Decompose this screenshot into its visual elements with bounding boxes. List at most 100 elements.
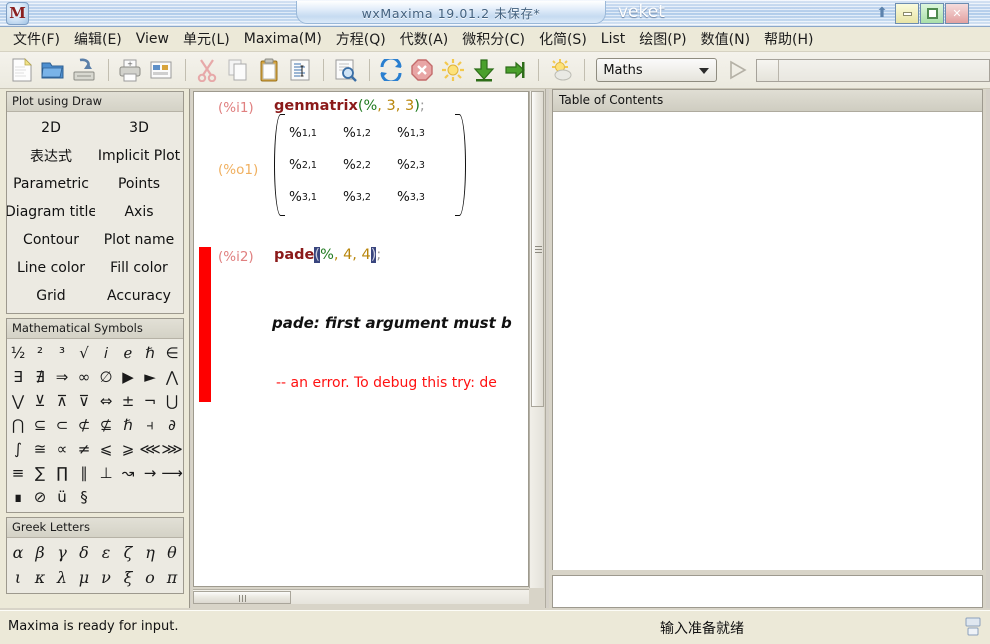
math-symbol-button[interactable]: ⋁: [7, 389, 29, 413]
math-symbol-button[interactable]: ∈: [161, 341, 183, 365]
evaluate-to-cursor-button[interactable]: [470, 55, 499, 85]
menu-simplify[interactable]: 化简(S): [532, 26, 594, 52]
math-symbol-button[interactable]: ⋘: [139, 437, 161, 461]
greek-letter-button[interactable]: π: [161, 565, 183, 590]
math-symbol-button[interactable]: ↝: [117, 461, 139, 485]
greek-letter-button[interactable]: ν: [95, 565, 117, 590]
search-input[interactable]: [778, 59, 990, 81]
math-symbol-button[interactable]: ⊆: [29, 413, 51, 437]
menu-calculus[interactable]: 微积分(C): [455, 26, 532, 52]
greek-letter-button[interactable]: κ: [29, 565, 51, 590]
worksheet-canvas[interactable]: (%i1) genmatrix(%, 3, 3); (%o1) % 1,1 % 1,…: [194, 92, 528, 586]
insert-cell-button[interactable]: [501, 55, 530, 85]
find-button[interactable]: [331, 55, 360, 85]
worksheet-vscroll-thumb[interactable]: [531, 91, 544, 407]
greek-letter-button[interactable]: ζ: [117, 540, 139, 565]
menu-numeric[interactable]: 数值(N): [694, 26, 757, 52]
math-symbol-button[interactable]: §: [73, 485, 95, 509]
greek-letter-button[interactable]: μ: [73, 565, 95, 590]
menu-list[interactable]: List: [594, 28, 632, 50]
new-document-button[interactable]: [8, 55, 37, 85]
worksheet-hscroll-thumb[interactable]: [193, 591, 291, 604]
draw-expression-button[interactable]: 表达式: [7, 142, 95, 170]
math-symbol-button[interactable]: ⊼: [51, 389, 73, 413]
draw-fill-color-button[interactable]: Fill color: [95, 254, 183, 282]
math-symbol-button[interactable]: ∃: [7, 365, 29, 389]
math-symbol-button[interactable]: ⋀: [161, 365, 183, 389]
greek-letter-button[interactable]: ε: [95, 540, 117, 565]
greek-letter-button[interactable]: λ: [51, 565, 73, 590]
greek-letter-button[interactable]: ο: [139, 565, 161, 590]
window-titlebar[interactable]: M wxMaxima 19.01.2 未保存* veket ⬆ ✕: [0, 0, 990, 27]
math-symbol-button[interactable]: ≡: [7, 461, 29, 485]
draw-contour-button[interactable]: Contour: [7, 226, 95, 254]
draw-line-color-button[interactable]: Line color: [7, 254, 95, 282]
evaluate-all-button[interactable]: [439, 55, 468, 85]
draw-grid-button[interactable]: Grid: [7, 282, 95, 310]
math-symbol-button[interactable]: √: [73, 341, 95, 365]
input-code-1[interactable]: genmatrix(%, 3, 3);: [274, 98, 425, 114]
math-symbol-button[interactable]: ⫞: [139, 413, 161, 437]
math-symbol-button[interactable]: ⇔: [95, 389, 117, 413]
math-symbol-button[interactable]: ⋃: [161, 389, 183, 413]
input-code-2[interactable]: pade(%, 4, 4);: [274, 247, 381, 263]
math-mode-combo[interactable]: Maths: [596, 58, 718, 82]
math-symbol-button[interactable]: ∎: [7, 485, 29, 509]
menu-algebra[interactable]: 代数(A): [393, 26, 456, 52]
math-symbol-button[interactable]: ⊥: [95, 461, 117, 485]
math-symbol-button[interactable]: ⇒: [51, 365, 73, 389]
math-symbol-button[interactable]: ≅: [29, 437, 51, 461]
menu-file[interactable]: 文件(F): [6, 26, 67, 52]
math-symbol-button[interactable]: ⋂: [7, 413, 29, 437]
error-cell-marker[interactable]: [199, 247, 211, 402]
math-symbol-button[interactable]: ∄: [29, 365, 51, 389]
math-symbol-button[interactable]: ∑: [29, 461, 51, 485]
math-symbol-button[interactable]: ∫: [7, 437, 29, 461]
draw-accuracy-button[interactable]: Accuracy: [95, 282, 183, 310]
worksheet[interactable]: (%i1) genmatrix(%, 3, 3); (%o1) % 1,1 % 1,…: [193, 91, 529, 587]
math-symbol-button[interactable]: ∂: [161, 413, 183, 437]
math-symbol-button[interactable]: ½: [7, 341, 29, 365]
math-symbol-button[interactable]: ∞: [73, 365, 95, 389]
draw-diagram-title-button[interactable]: Diagram title: [7, 198, 95, 226]
math-symbol-button[interactable]: ⩽: [95, 437, 117, 461]
close-button[interactable]: ✕: [945, 3, 969, 24]
math-symbol-button[interactable]: ⊂: [51, 413, 73, 437]
greek-letter-button[interactable]: α: [7, 540, 29, 565]
math-symbol-button[interactable]: ℏ: [139, 341, 161, 365]
cut-button[interactable]: [192, 55, 221, 85]
worksheet-vertical-scrollbar[interactable]: [529, 91, 544, 588]
draw-implicit-plot-button[interactable]: Implicit Plot: [95, 142, 183, 170]
interrupt-button[interactable]: [408, 55, 437, 85]
math-symbol-button[interactable]: →: [139, 461, 161, 485]
print-button[interactable]: +: [116, 55, 145, 85]
rollup-icon[interactable]: ⬆: [874, 5, 890, 22]
math-symbol-button[interactable]: ∝: [51, 437, 73, 461]
preferences-button[interactable]: [147, 55, 176, 85]
greek-letter-button[interactable]: γ: [51, 540, 73, 565]
draw-points-button[interactable]: Points: [95, 170, 183, 198]
draw-axis-button[interactable]: Axis: [95, 198, 183, 226]
greek-letter-button[interactable]: ι: [7, 565, 29, 590]
menu-edit[interactable]: 编辑(E): [67, 26, 129, 52]
math-symbol-button[interactable]: ¬: [139, 389, 161, 413]
copy-button[interactable]: [223, 55, 252, 85]
minimize-button[interactable]: [895, 3, 919, 24]
draw-parametric-button[interactable]: Parametric: [7, 170, 95, 198]
toc-list[interactable]: [553, 112, 982, 570]
menu-maxima[interactable]: Maxima(M): [237, 28, 329, 50]
math-symbol-button[interactable]: ⩾: [117, 437, 139, 461]
panel-sash[interactable]: [545, 89, 546, 608]
math-symbol-button[interactable]: ²: [29, 341, 51, 365]
maximize-button[interactable]: [920, 3, 944, 24]
math-symbol-button[interactable]: ⋙: [161, 437, 183, 461]
draw-plot-name-button[interactable]: Plot name: [95, 226, 183, 254]
math-symbol-button[interactable]: ℏ: [117, 413, 139, 437]
math-symbol-button[interactable]: ⊽: [73, 389, 95, 413]
math-symbol-button[interactable]: ⊻: [29, 389, 51, 413]
run-button[interactable]: [723, 57, 750, 83]
paste-button[interactable]: [254, 55, 283, 85]
worksheet-horizontal-scrollbar[interactable]: [193, 589, 529, 604]
math-symbol-button[interactable]: ü: [51, 485, 73, 509]
math-symbol-button[interactable]: ⊘: [29, 485, 51, 509]
